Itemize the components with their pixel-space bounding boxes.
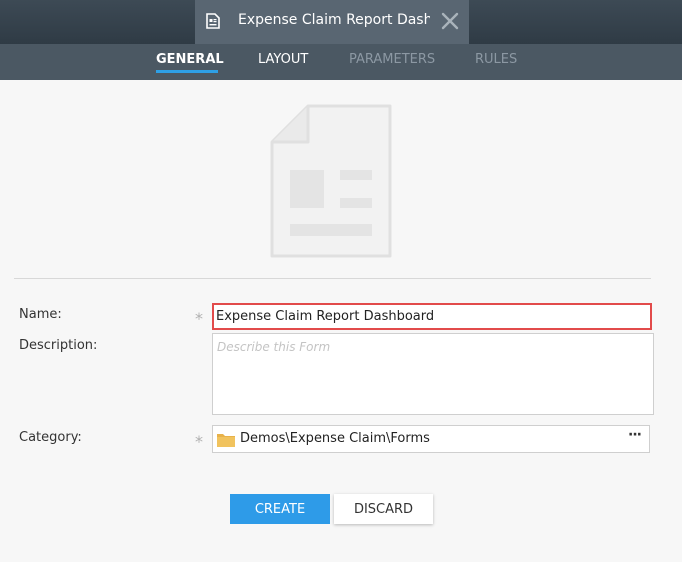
tab-layout[interactable]: LAYOUT (258, 52, 308, 67)
category-label: Category: (19, 430, 82, 445)
folder-icon (217, 432, 235, 451)
active-tab-indicator (156, 70, 218, 73)
required-asterisk: * (195, 309, 203, 328)
name-input[interactable] (212, 303, 652, 330)
name-label: Name: (19, 307, 62, 322)
required-asterisk: * (195, 432, 203, 451)
description-label: Description: (19, 338, 98, 353)
tab-parameters[interactable]: PARAMETERS (349, 52, 435, 67)
form-document-icon (206, 13, 220, 33)
document-tab[interactable]: Expense Claim Report Dash… (195, 0, 469, 44)
browse-category-button[interactable]: ··· (628, 427, 642, 443)
document-tab-title: Expense Claim Report Dash… (238, 12, 430, 28)
create-button[interactable]: CREATE (230, 494, 330, 524)
tab-general[interactable]: GENERAL (156, 52, 224, 67)
tab-rules[interactable]: RULES (475, 52, 517, 67)
title-bar: Expense Claim Report Dash… (0, 0, 682, 44)
description-textarea[interactable] (212, 333, 654, 415)
form-illustration-icon (268, 104, 394, 264)
divider (14, 278, 651, 279)
close-icon[interactable] (439, 10, 461, 32)
category-value: Demos\Expense Claim\Forms (240, 431, 430, 446)
category-picker[interactable]: Demos\Expense Claim\Forms ··· (212, 425, 650, 453)
section-tab-bar: GENERAL LAYOUT PARAMETERS RULES (0, 44, 682, 80)
discard-button[interactable]: DISCARD (334, 494, 433, 524)
